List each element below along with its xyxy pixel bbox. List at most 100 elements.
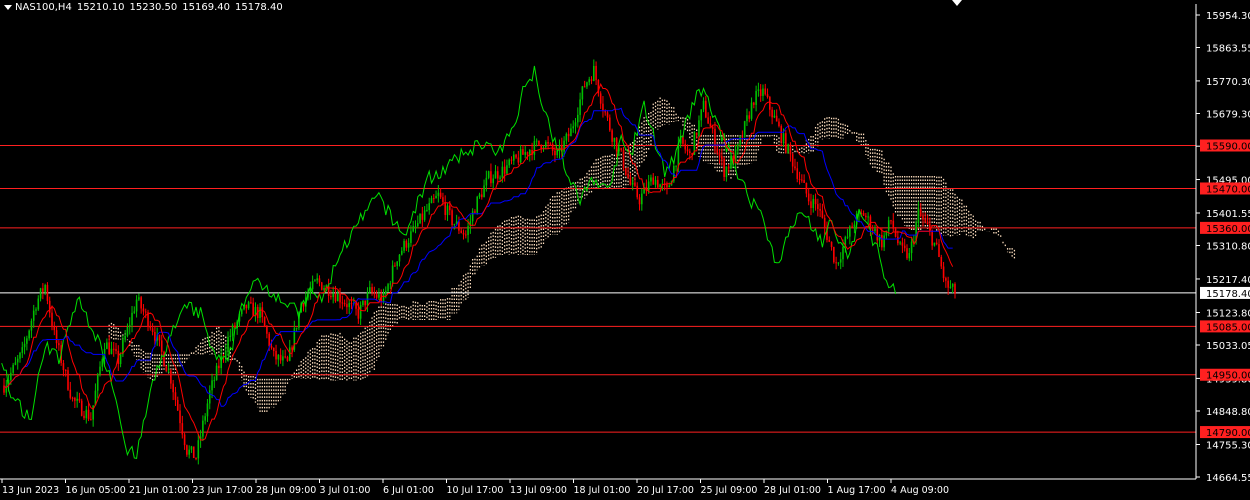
candle-body — [320, 282, 323, 290]
last-price-label: 15178.40 — [1206, 289, 1250, 300]
candle-body — [382, 293, 385, 302]
time-tick-label: 4 Aug 09:00 — [891, 485, 949, 496]
candle-body — [762, 88, 764, 96]
candle-body — [501, 166, 504, 178]
candle-body — [35, 309, 37, 311]
candle-body — [892, 220, 895, 229]
candle-body — [769, 97, 771, 110]
candle-body — [718, 152, 721, 156]
candle-body — [275, 351, 277, 360]
candle-body — [570, 128, 572, 137]
candle-body — [176, 399, 179, 411]
candle-body — [485, 177, 488, 186]
candle-body — [695, 132, 698, 136]
candle-body — [69, 389, 72, 398]
candle-body — [567, 133, 570, 137]
candle-body — [876, 228, 879, 241]
candle-body — [58, 343, 60, 346]
candle-body — [748, 115, 751, 119]
candle-body — [517, 157, 520, 163]
candle-body — [899, 242, 901, 244]
candle-body — [348, 303, 350, 308]
candle-body — [574, 122, 577, 127]
candle-body — [709, 123, 712, 127]
candle-body — [460, 230, 463, 233]
candle-body — [167, 370, 170, 372]
candle-body — [700, 109, 703, 121]
chart-area[interactable]: 15954.3015863.5515770.3015679.3015588.05… — [0, 0, 1250, 500]
candle-body — [266, 326, 268, 334]
candle-body — [794, 166, 796, 169]
candle-body — [828, 239, 831, 242]
candle-body — [270, 346, 273, 348]
candle-body — [931, 230, 933, 246]
candle-body — [846, 236, 849, 238]
candle-body — [76, 398, 78, 401]
low-value: 15169.40 — [182, 2, 230, 13]
candle-body — [933, 242, 936, 246]
candle-body — [636, 185, 639, 198]
candle-body — [499, 177, 501, 179]
candle-body — [810, 201, 812, 208]
candle-body — [922, 215, 924, 220]
candle-body — [423, 210, 426, 220]
candle-body — [119, 354, 122, 365]
candle-body — [814, 198, 817, 205]
candle-body — [951, 283, 954, 287]
candle-body — [906, 248, 908, 259]
dropdown-triangle-icon[interactable] — [4, 4, 12, 10]
candle-body — [453, 224, 456, 226]
shift-marker-icon[interactable] — [952, 0, 962, 6]
candle-body — [865, 215, 867, 218]
candle-body — [638, 197, 641, 205]
time-axis: 13 Jun 2023 16 Jun 05:00 21 Jun 01:00 23 Ju… — [0, 478, 1196, 496]
candle-body — [71, 397, 74, 399]
candle-body — [492, 178, 495, 184]
candle-body — [654, 179, 657, 185]
candle-body — [355, 303, 357, 309]
candle-body — [839, 259, 842, 263]
candle-body — [14, 362, 17, 365]
candle-body — [496, 171, 499, 179]
candle-body — [773, 115, 776, 118]
candle-body — [330, 295, 332, 298]
candle-body — [218, 365, 220, 369]
price-tick-label: 15863.55 — [1206, 44, 1250, 55]
candle-body — [51, 312, 53, 327]
candle-body — [323, 288, 325, 290]
candle-body — [807, 193, 810, 202]
price-chart[interactable]: 15954.3015863.5515770.3015679.3015588.05… — [0, 0, 1250, 500]
candle-body — [110, 348, 113, 355]
candle-body — [362, 300, 364, 306]
candle-body — [16, 358, 19, 363]
price-tick-label: 15679.30 — [1206, 110, 1250, 121]
candle-body — [444, 202, 447, 216]
candle-body — [314, 280, 316, 282]
candle-body — [787, 144, 789, 153]
candle-body — [883, 235, 885, 248]
candle-body — [595, 65, 597, 81]
candle-body — [138, 297, 140, 300]
candle-body — [803, 180, 805, 183]
candle-body — [782, 133, 785, 142]
candle-body — [343, 303, 346, 305]
candle-body — [522, 149, 524, 155]
candle-body — [151, 328, 154, 332]
candle-body — [12, 364, 14, 373]
candle-body — [908, 253, 911, 259]
candle-body — [805, 182, 808, 194]
candle-body — [464, 234, 467, 236]
candle-body — [627, 174, 629, 178]
candle-body — [126, 326, 129, 336]
candle-body — [512, 154, 515, 161]
candle-body — [737, 144, 739, 151]
time-tick-label: 25 Jul 09:00 — [701, 485, 758, 496]
candle-body — [586, 82, 588, 87]
candle-body — [435, 195, 437, 199]
candle-body — [288, 347, 291, 361]
candle-body — [480, 194, 483, 198]
candle-body — [684, 143, 687, 150]
candle-body — [428, 203, 431, 211]
candle-body — [174, 392, 177, 400]
candle-body — [42, 288, 44, 292]
